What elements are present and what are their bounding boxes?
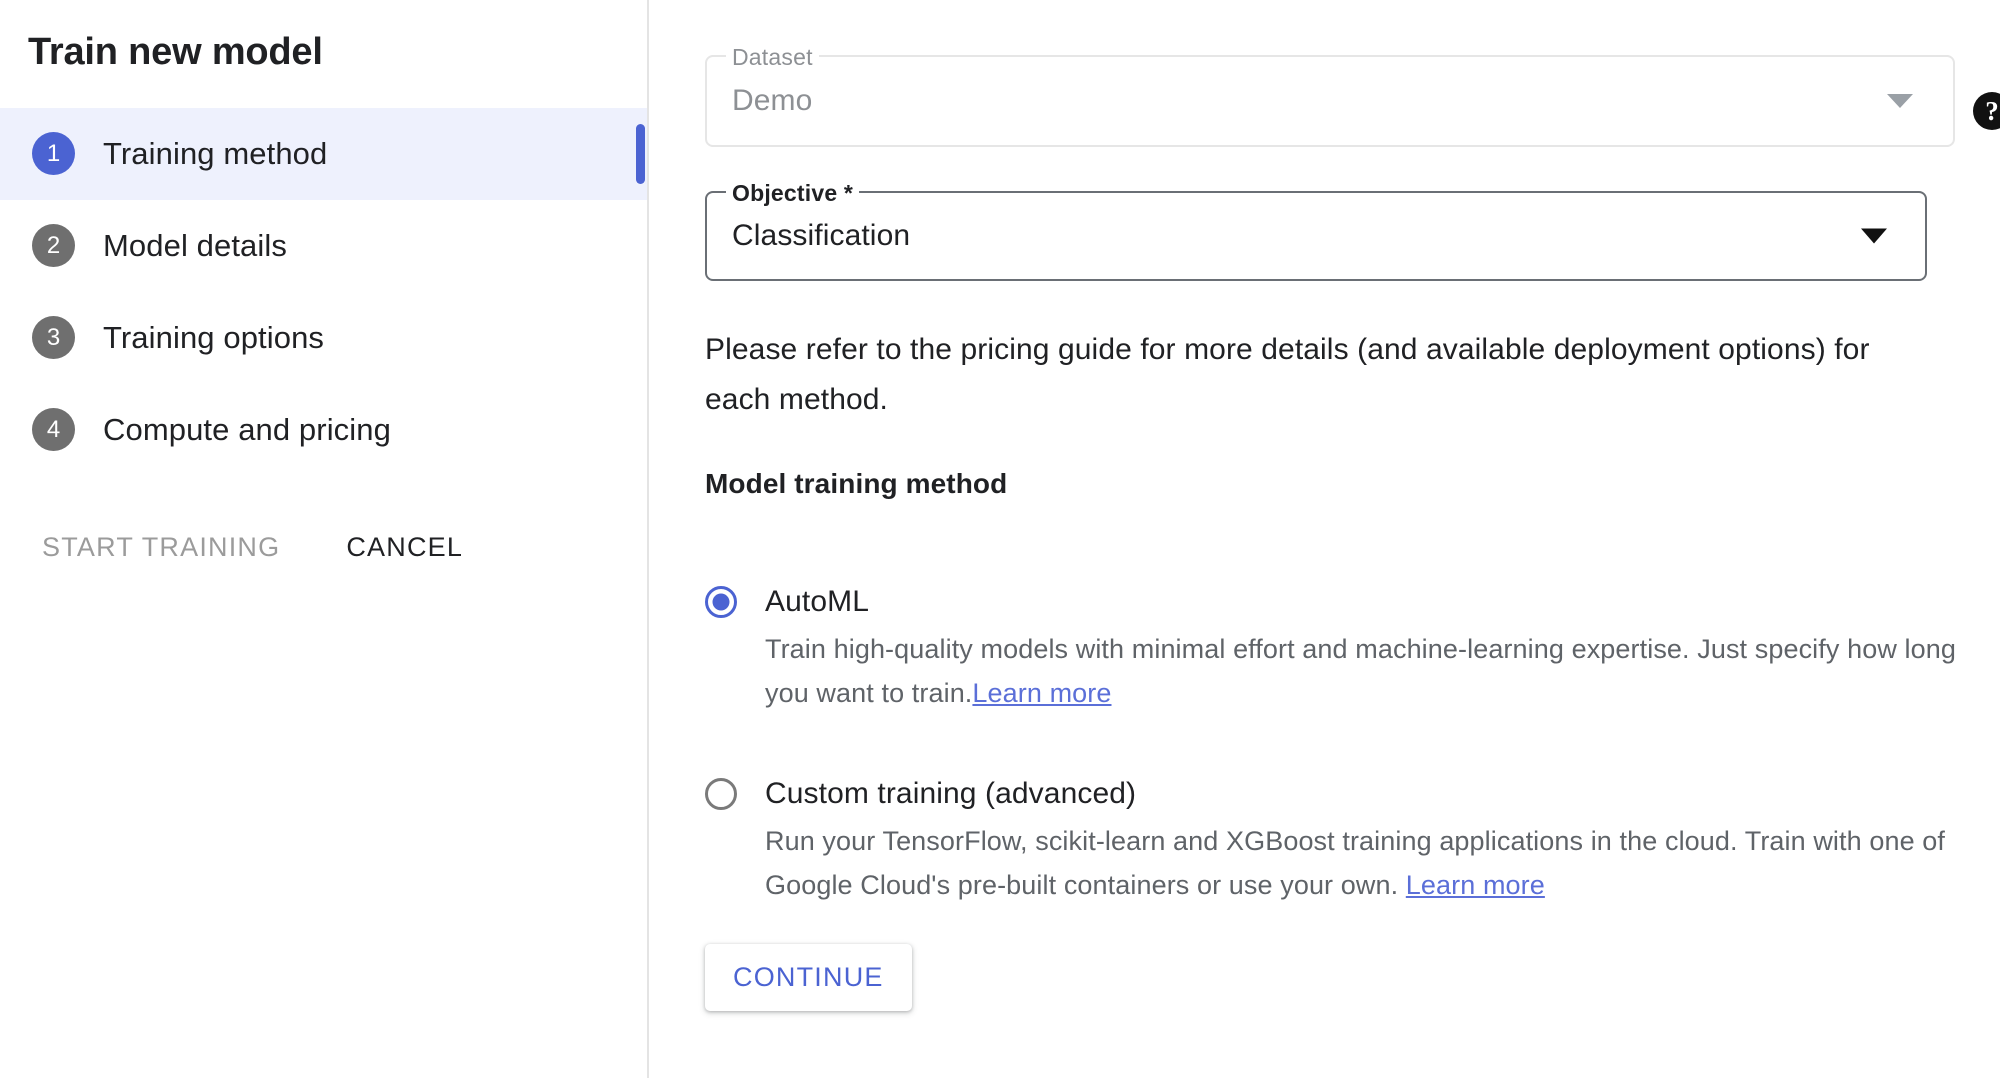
dataset-label: Dataset <box>726 44 819 70</box>
dataset-select[interactable]: Dataset Demo <box>705 55 1955 147</box>
radio-description-automl: Train high-quality models with minimal e… <box>765 627 1995 715</box>
sidebar-item-training-options[interactable]: 3 Training options <box>0 292 647 384</box>
radio-option-custom-training[interactable]: Custom training (advanced) Run your Tens… <box>705 777 1995 907</box>
learn-more-link-custom-training[interactable]: Learn more <box>1406 870 1545 900</box>
model-training-method-heading: Model training method <box>705 468 1007 500</box>
help-icon[interactable]: ? <box>1973 92 2000 130</box>
objective-select-box: Objective * Classification <box>705 191 1927 281</box>
sidebar-item-label-training-method: Training method <box>103 136 327 172</box>
sidebar-action-bar: START TRAINING CANCEL <box>0 522 647 573</box>
radio-label-automl: AutoML <box>765 585 869 619</box>
training-method-panel: Dataset Demo ? Objective * Classificatio… <box>649 0 2000 1078</box>
step-number-badge-1: 1 <box>32 132 75 175</box>
sidebar-item-label-training-options: Training options <box>103 320 324 356</box>
sidebar-item-label-compute-and-pricing: Compute and pricing <box>103 412 391 448</box>
radio-description-custom-training-text: Run your TensorFlow, scikit-learn and XG… <box>765 826 1945 900</box>
wizard-step-list: 1 Training method 2 Model details 3 Trai… <box>0 108 647 476</box>
radio-button-automl[interactable] <box>705 586 737 618</box>
train-new-model-dialog: Train new model 1 Training method 2 Mode… <box>0 0 2000 1078</box>
chevron-down-icon <box>1887 94 1913 108</box>
dataset-value: Demo <box>707 84 812 118</box>
sidebar-item-training-method[interactable]: 1 Training method <box>0 108 647 200</box>
radio-description-automl-text: Train high-quality models with minimal e… <box>765 634 1956 708</box>
model-training-method-radio-group: AutoML Train high-quality models with mi… <box>705 585 1995 969</box>
wizard-sidebar: Train new model 1 Training method 2 Mode… <box>0 0 649 1078</box>
radio-option-automl-head[interactable]: AutoML <box>705 585 1995 619</box>
radio-description-custom-training: Run your TensorFlow, scikit-learn and XG… <box>765 819 1995 907</box>
step-number-badge-4: 4 <box>32 408 75 451</box>
sidebar-item-model-details[interactable]: 2 Model details <box>0 200 647 292</box>
objective-value: Classification <box>707 219 910 253</box>
learn-more-link-automl[interactable]: Learn more <box>972 678 1111 708</box>
pricing-note: Please refer to the pricing guide for mo… <box>705 325 1935 425</box>
page-title: Train new model <box>0 0 647 76</box>
dataset-select-box: Dataset Demo <box>705 55 1955 147</box>
active-step-indicator-bar <box>636 124 645 184</box>
objective-select[interactable]: Objective * Classification <box>705 191 1927 281</box>
radio-label-custom-training: Custom training (advanced) <box>765 777 1136 811</box>
objective-label: Objective * <box>726 180 859 206</box>
start-training-button[interactable]: START TRAINING <box>42 522 280 573</box>
continue-button[interactable]: CONTINUE <box>705 944 912 1011</box>
step-number-badge-2: 2 <box>32 224 75 267</box>
sidebar-item-compute-and-pricing[interactable]: 4 Compute and pricing <box>0 384 647 476</box>
radio-option-automl[interactable]: AutoML Train high-quality models with mi… <box>705 585 1995 715</box>
step-number-badge-3: 3 <box>32 316 75 359</box>
radio-option-custom-training-head[interactable]: Custom training (advanced) <box>705 777 1995 811</box>
chevron-down-icon <box>1861 229 1887 244</box>
cancel-button[interactable]: CANCEL <box>346 522 463 573</box>
sidebar-item-label-model-details: Model details <box>103 228 287 264</box>
radio-button-custom-training[interactable] <box>705 778 737 810</box>
